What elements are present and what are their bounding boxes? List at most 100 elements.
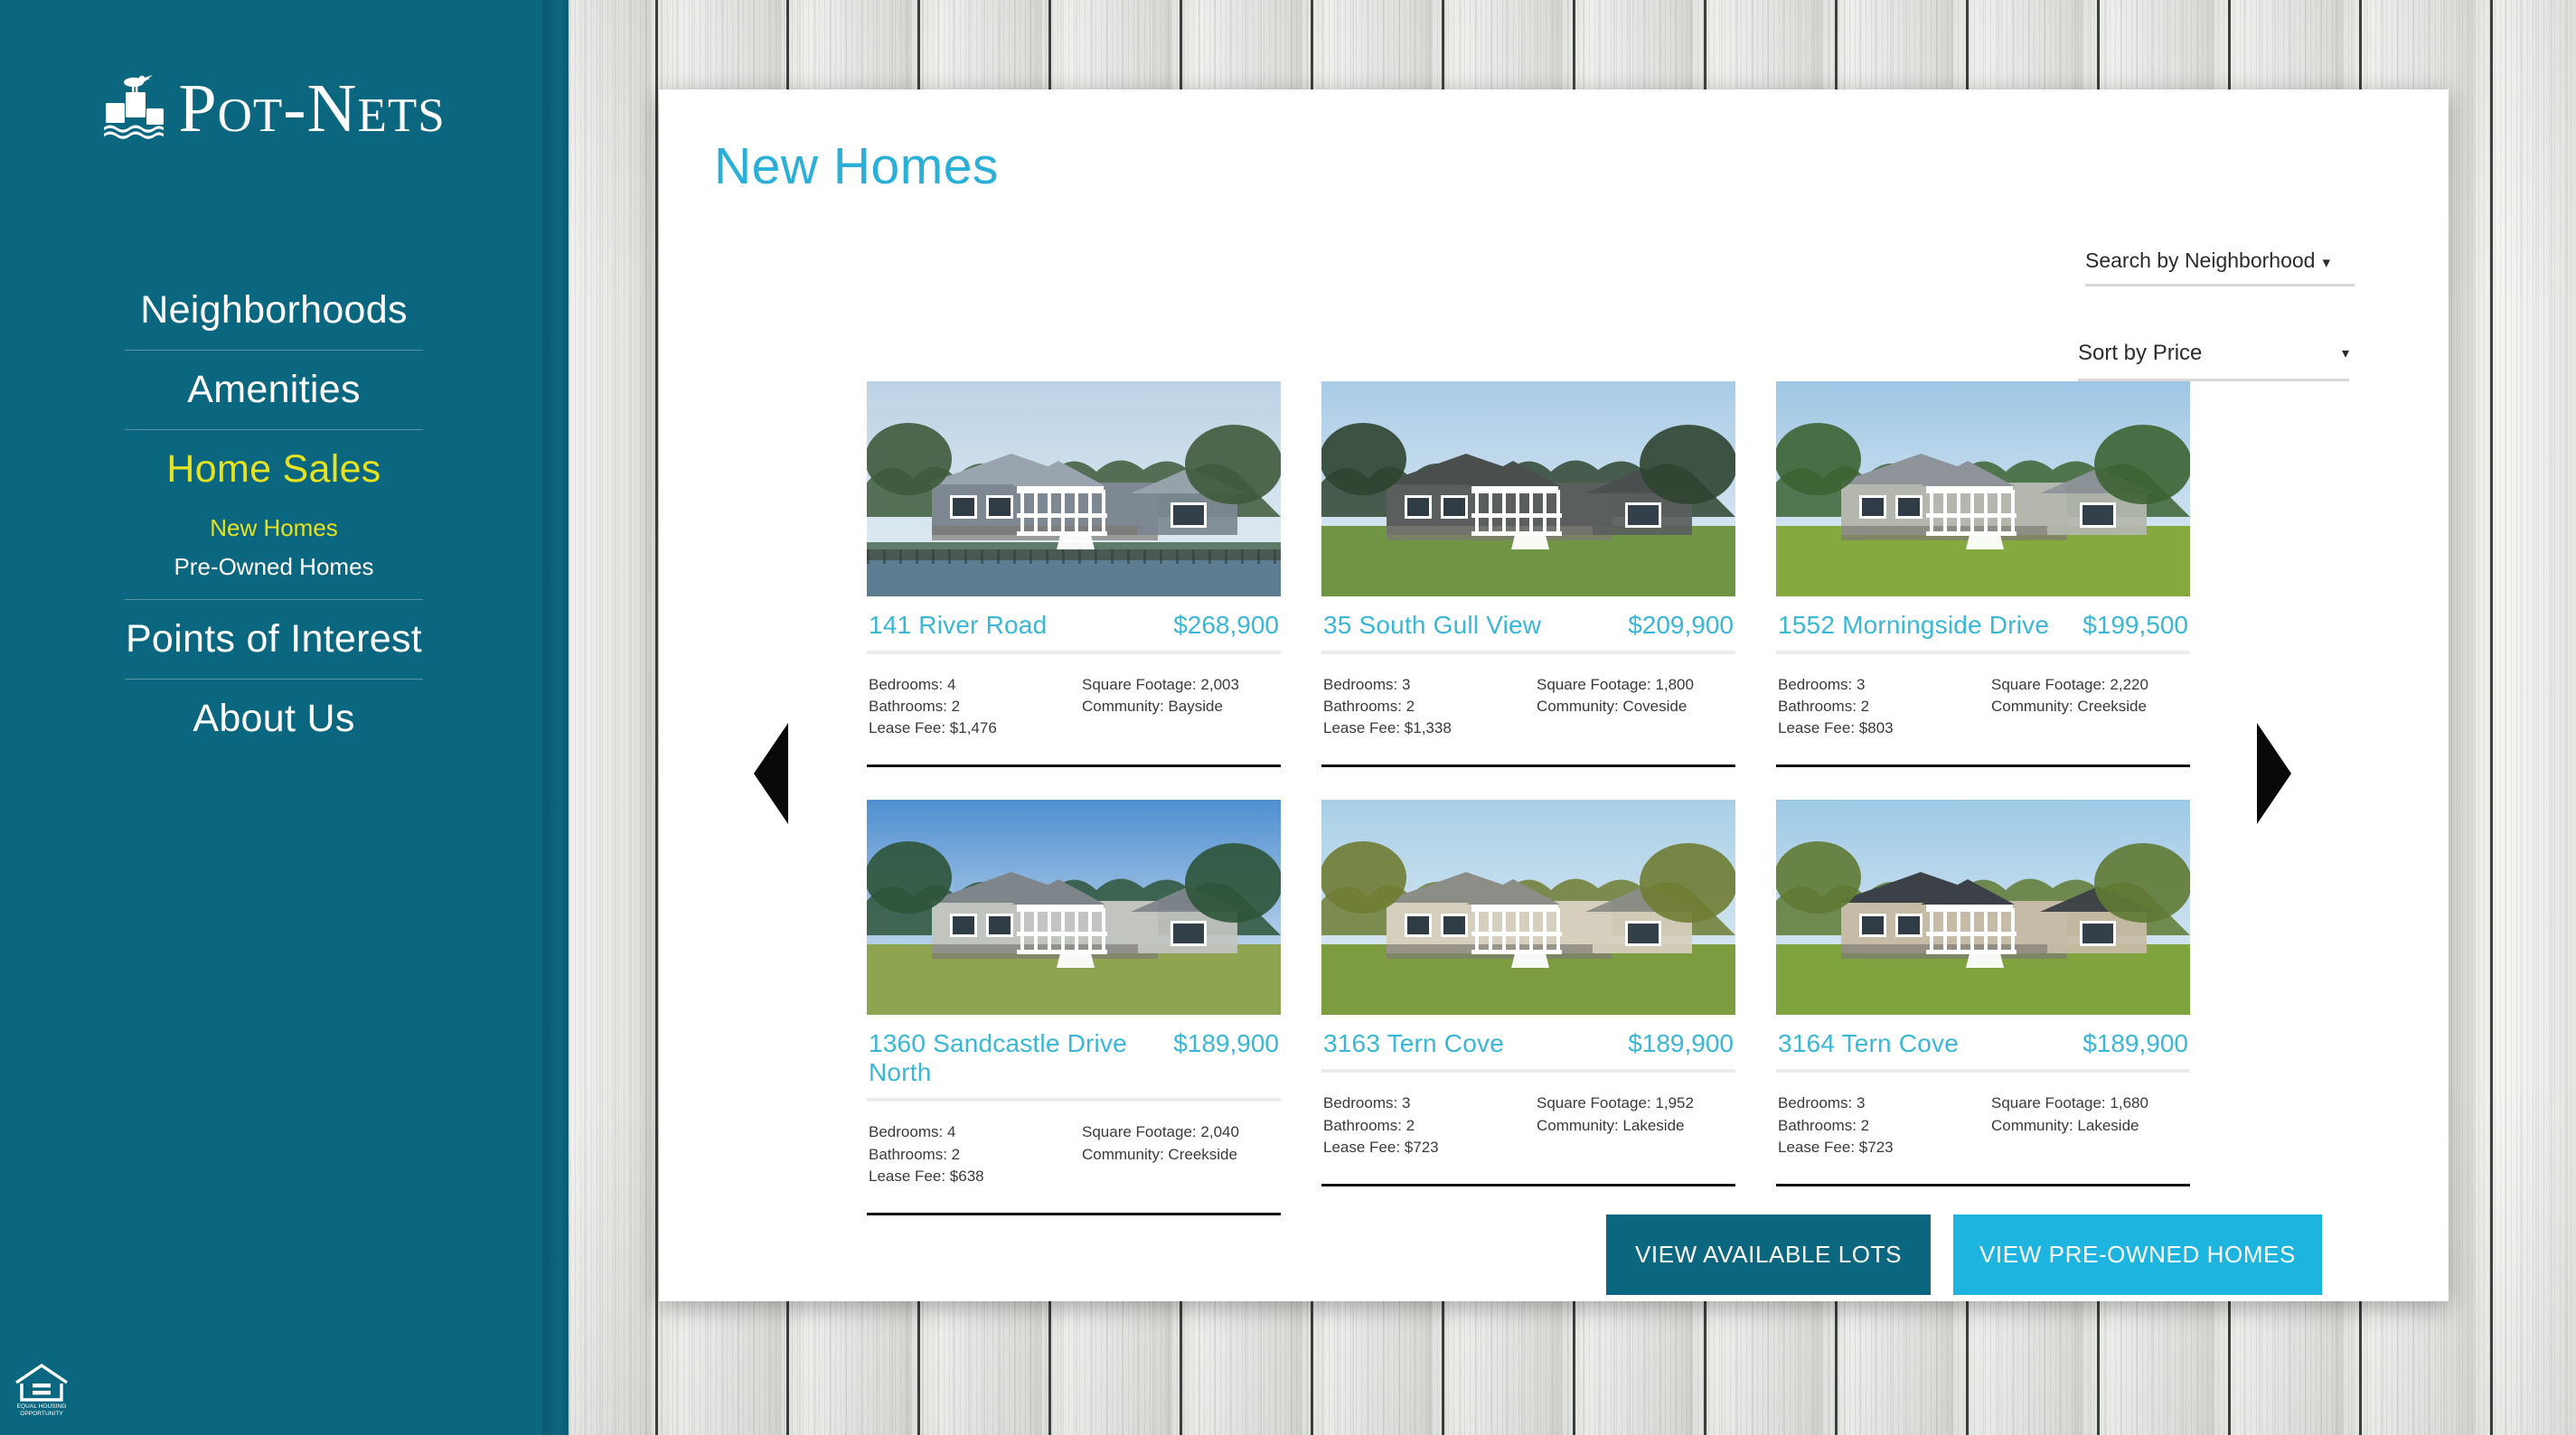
- listing-specs: Bedrooms: 3 Bathrooms: 2 Lease Fee: $723…: [1321, 1073, 1735, 1183]
- sort-by-price-label: Sort by Price: [2078, 341, 2203, 365]
- spec-square-footage: Square Footage: 1,800: [1537, 676, 1694, 693]
- sidebar-item-about-us[interactable]: About Us: [125, 680, 423, 758]
- listing-card[interactable]: 3164 Tern Cove $189,900 Bedrooms: 3 Bath…: [1776, 800, 2190, 1215]
- spec-bathrooms: Bathrooms: 2: [869, 698, 961, 716]
- chevron-down-icon: ▾: [2341, 346, 2349, 361]
- listing-price: $189,900: [2082, 1029, 2188, 1058]
- listing-address[interactable]: 3164 Tern Cove: [1778, 1029, 1959, 1058]
- listing-header: 35 South Gull View $209,900: [1321, 596, 1735, 651]
- listing-address[interactable]: 141 River Road: [869, 611, 1047, 640]
- spec-lease-fee: Lease Fee: $1,476: [869, 719, 997, 737]
- spec-bedrooms: Bedrooms: 3: [1323, 1094, 1411, 1112]
- listing-photo[interactable]: [867, 381, 1281, 596]
- listing-header: 1360 Sandcastle Drive North $189,900: [867, 1015, 1281, 1098]
- spec-bathrooms: Bathrooms: 2: [1778, 1116, 1870, 1134]
- spec-bedrooms: Bedrooms: 4: [869, 676, 956, 693]
- search-by-neighborhood-dropdown[interactable]: Search by Neighborhood ▾: [2085, 249, 2355, 286]
- listing-address[interactable]: 1360 Sandcastle Drive North: [869, 1029, 1173, 1087]
- listing-bottom-border: [1776, 764, 2190, 768]
- listing-address[interactable]: 3163 Tern Cove: [1323, 1029, 1504, 1058]
- listing-specs: Bedrooms: 3 Bathrooms: 2 Lease Fee: $803…: [1776, 654, 2190, 764]
- listing-card[interactable]: 3163 Tern Cove $189,900 Bedrooms: 3 Bath…: [1321, 800, 1735, 1215]
- carousel-prev-arrow[interactable]: [754, 723, 788, 824]
- spec-community: Community: Lakeside: [1991, 1116, 2139, 1134]
- listing-card[interactable]: 141 River Road $268,900 Bedrooms: 4 Bath…: [867, 381, 1281, 768]
- chevron-down-icon: ▾: [2322, 254, 2330, 271]
- spec-community: Community: Creekside: [1082, 1145, 1237, 1163]
- listing-price: $268,900: [1173, 611, 1279, 639]
- spec-square-footage: Square Footage: 1,680: [1991, 1094, 2148, 1112]
- spec-lease-fee: Lease Fee: $723: [1323, 1138, 1439, 1156]
- spec-bedrooms: Bedrooms: 3: [1778, 676, 1866, 693]
- listing-header: 3164 Tern Cove $189,900: [1776, 1015, 2190, 1069]
- listing-photo[interactable]: [1776, 381, 2190, 596]
- listing-photo[interactable]: [1776, 800, 2190, 1016]
- spec-community: Community: Lakeside: [1537, 1116, 1685, 1134]
- carousel-next-arrow[interactable]: [2257, 723, 2291, 824]
- listing-specs: Bedrooms: 3 Bathrooms: 2 Lease Fee: $1,3…: [1321, 654, 1735, 764]
- spec-bedrooms: Bedrooms: 3: [1323, 676, 1411, 693]
- spec-bedrooms: Bedrooms: 4: [869, 1123, 956, 1141]
- spec-lease-fee: Lease Fee: $803: [1778, 719, 1894, 737]
- sort-by-price-dropdown[interactable]: Sort by Price ▾: [2078, 341, 2349, 381]
- listing-address[interactable]: 1552 Morningside Drive: [1778, 611, 2049, 640]
- spec-bathrooms: Bathrooms: 2: [1323, 698, 1415, 716]
- listing-specs: Bedrooms: 4 Bathrooms: 2 Lease Fee: $638…: [867, 1102, 1281, 1212]
- spec-community: Community: Bayside: [1082, 698, 1223, 716]
- listing-bottom-border: [867, 764, 1281, 768]
- spec-lease-fee: Lease Fee: $1,338: [1323, 719, 1452, 737]
- spec-bedrooms: Bedrooms: 3: [1778, 1094, 1866, 1112]
- sidebar-item-amenities[interactable]: Amenities: [125, 351, 423, 429]
- listing-grid: 141 River Road $268,900 Bedrooms: 4 Bath…: [867, 381, 2214, 1215]
- listing-photo[interactable]: [1321, 381, 1735, 596]
- sidebar: Pot-Nets Neighborhoods Amenities Home Sa…: [0, 0, 548, 1435]
- spec-bathrooms: Bathrooms: 2: [1778, 698, 1870, 716]
- search-by-neighborhood-label: Search by Neighborhood: [2085, 249, 2316, 272]
- sidebar-subitem-new-homes[interactable]: New Homes: [125, 509, 423, 548]
- listing-price: $199,500: [2082, 611, 2188, 639]
- listing-price: $209,900: [1628, 611, 1734, 639]
- spec-square-footage: Square Footage: 2,003: [1082, 676, 1239, 693]
- spec-bathrooms: Bathrooms: 2: [869, 1145, 961, 1163]
- eho-line1: EQUAL HOUSING: [17, 1403, 67, 1410]
- sidebar-item-points-of-interest[interactable]: Points of Interest: [125, 600, 423, 679]
- spec-lease-fee: Lease Fee: $723: [1778, 1138, 1894, 1156]
- sidebar-item-neighborhoods[interactable]: Neighborhoods: [125, 271, 423, 350]
- listing-address[interactable]: 35 South Gull View: [1323, 611, 1541, 640]
- spec-square-footage: Square Footage: 2,220: [1991, 676, 2148, 693]
- listing-specs: Bedrooms: 3 Bathrooms: 2 Lease Fee: $723…: [1776, 1073, 2190, 1183]
- seagull-on-pilings-icon: [104, 75, 165, 139]
- spec-bathrooms: Bathrooms: 2: [1323, 1116, 1415, 1134]
- sidebar-subitem-pre-owned-homes[interactable]: Pre-Owned Homes: [125, 548, 423, 586]
- listing-header: 141 River Road $268,900: [867, 596, 1281, 651]
- listing-photo[interactable]: [1321, 800, 1735, 1016]
- spec-square-footage: Square Footage: 1,952: [1537, 1094, 1694, 1112]
- page-title: New Homes: [714, 137, 999, 195]
- view-pre-owned-homes-button[interactable]: VIEW PRE-OWNED HOMES: [1953, 1215, 2322, 1295]
- listing-price: $189,900: [1628, 1029, 1734, 1058]
- listing-card[interactable]: 35 South Gull View $209,900 Bedrooms: 3 …: [1321, 381, 1735, 768]
- listing-header: 1552 Morningside Drive $199,500: [1776, 596, 2190, 651]
- spec-square-footage: Square Footage: 2,040: [1082, 1123, 1239, 1141]
- content-panel: New Homes Search by Neighborhood ▾ Sort b…: [659, 89, 2449, 1301]
- spec-community: Community: Coveside: [1537, 698, 1688, 716]
- listing-price: $189,900: [1173, 1029, 1279, 1058]
- spec-lease-fee: Lease Fee: $638: [869, 1167, 984, 1185]
- brand-wordmark: Pot-Nets: [178, 70, 446, 146]
- listing-header: 3163 Tern Cove $189,900: [1321, 1015, 1735, 1069]
- sidebar-subnav: New Homes Pre-Owned Homes: [125, 509, 423, 599]
- listing-specs: Bedrooms: 4 Bathrooms: 2 Lease Fee: $1,4…: [867, 654, 1281, 764]
- view-available-lots-button[interactable]: VIEW AVAILABLE LOTS: [1606, 1215, 1931, 1295]
- listing-photo[interactable]: [867, 800, 1281, 1016]
- listing-bottom-border: [867, 1212, 1281, 1215]
- brand-logo[interactable]: Pot-Nets: [0, 70, 548, 144]
- listing-card[interactable]: 1360 Sandcastle Drive North $189,900 Bed…: [867, 800, 1281, 1215]
- sidebar-item-home-sales[interactable]: Home Sales: [125, 430, 423, 509]
- listing-bottom-border: [1776, 1183, 2190, 1186]
- listing-card[interactable]: 1552 Morningside Drive $199,500 Bedrooms…: [1776, 381, 2190, 768]
- equal-housing-icon: EQUAL HOUSING OPPORTUNITY: [15, 1363, 68, 1417]
- spec-community: Community: Creekside: [1991, 698, 2147, 716]
- eho-line2: OPPORTUNITY: [20, 1411, 63, 1417]
- listing-bottom-border: [1321, 1183, 1735, 1186]
- listing-bottom-border: [1321, 764, 1735, 768]
